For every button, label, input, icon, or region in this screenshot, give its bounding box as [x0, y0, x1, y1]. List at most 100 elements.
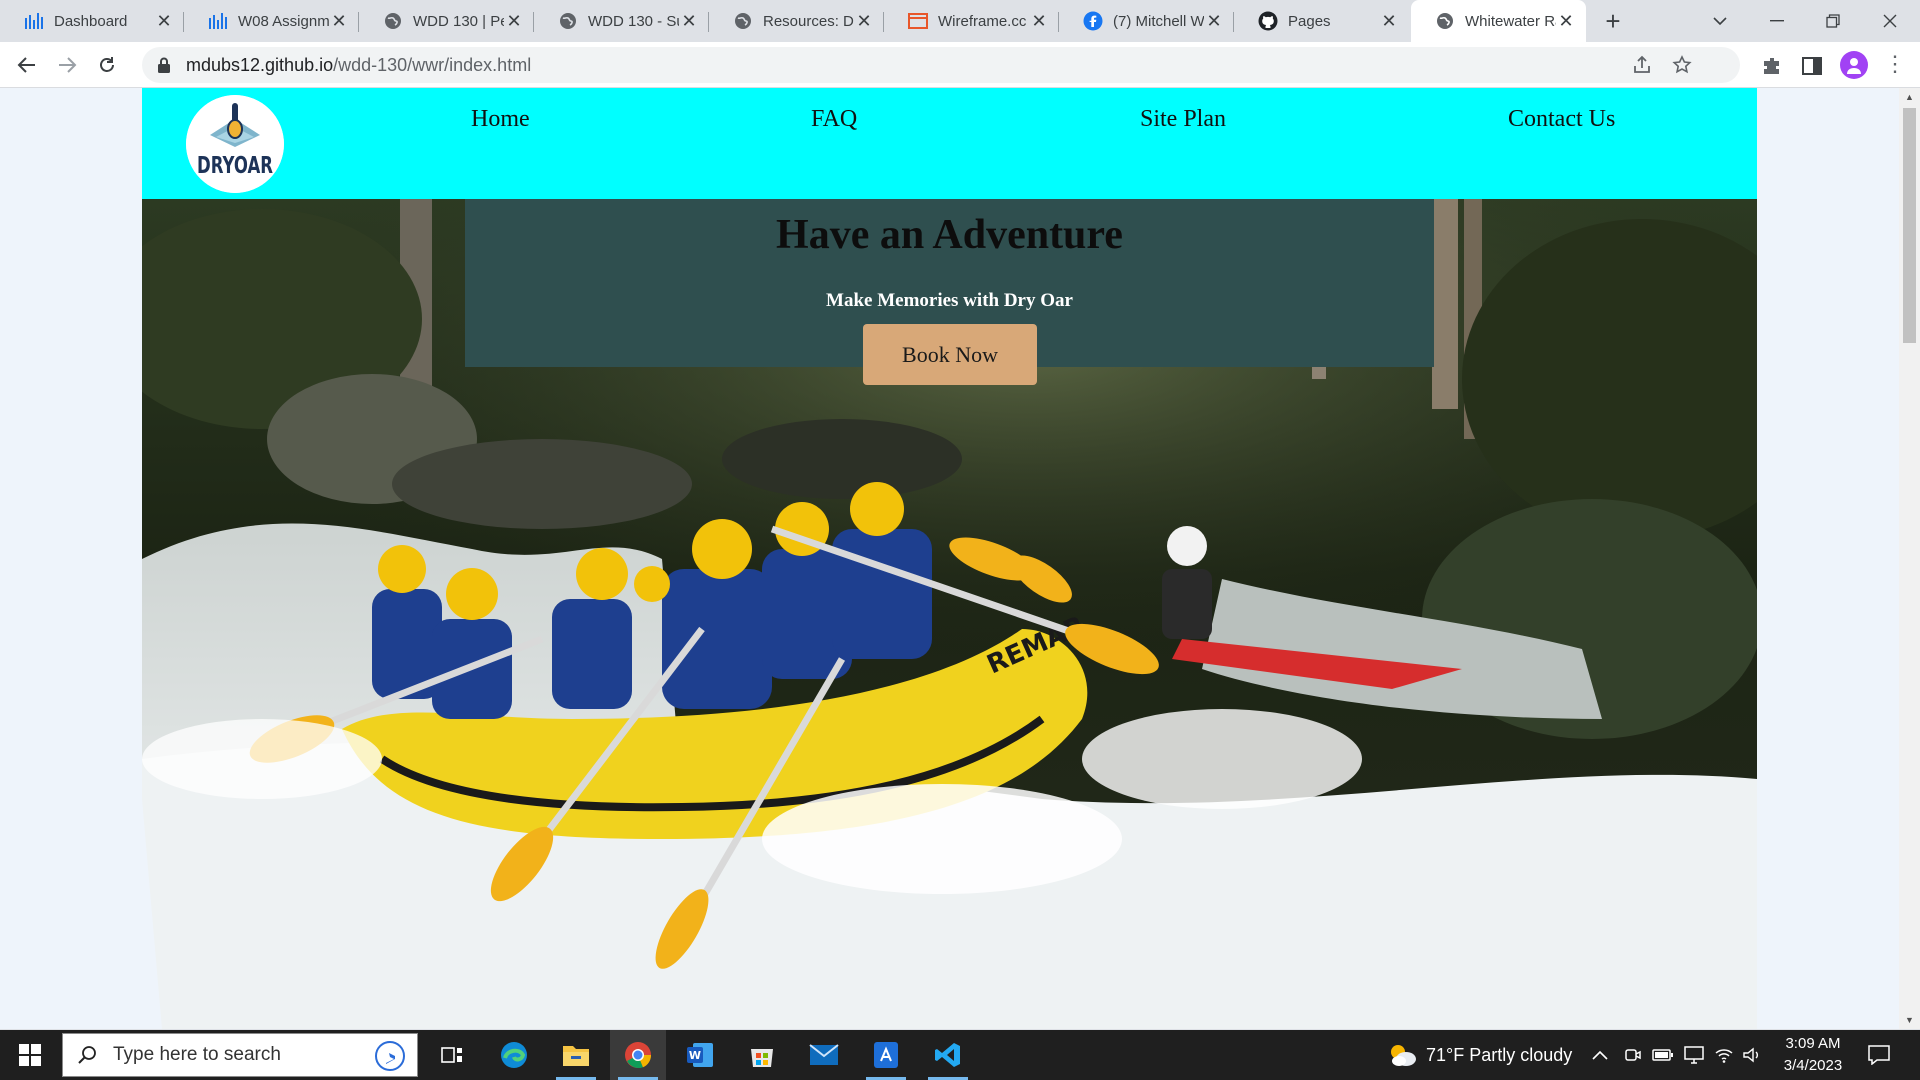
tab-title: Dashboard	[54, 12, 128, 30]
site-header: DRYOAR Home FAQ Site Plan Contact Us	[142, 88, 1757, 199]
windows-start-button[interactable]	[8, 1039, 52, 1071]
bar-chart-icon	[24, 11, 44, 31]
profile-avatar[interactable]	[1840, 51, 1868, 79]
browser-menu-icon[interactable]: ⋮	[1884, 51, 1906, 79]
scrollbar-thumb[interactable]	[1903, 108, 1916, 343]
tab-github-pages[interactable]: Pages ✕	[1234, 0, 1409, 42]
scroll-down-icon[interactable]: ▼	[1899, 1011, 1920, 1029]
back-button[interactable]	[12, 50, 42, 80]
bing-icon[interactable]	[375, 1041, 405, 1071]
taskbar-clock[interactable]: 3:09 AM 3/4/2023	[1768, 1033, 1858, 1077]
close-icon[interactable]: ✕	[504, 11, 524, 32]
tab-strip: Dashboard ✕ W08 Assignme ✕ WDD 130 | Per…	[0, 0, 1920, 42]
close-icon[interactable]: ✕	[854, 11, 874, 32]
tab-w08-assignment[interactable]: W08 Assignme ✕	[184, 0, 359, 42]
forward-button[interactable]	[52, 50, 82, 80]
meet-now-icon[interactable]	[1624, 1030, 1642, 1080]
page-scrollbar[interactable]: ▲ ▼	[1899, 88, 1920, 1029]
profile-icon	[1847, 58, 1861, 74]
tab-facebook[interactable]: (7) Mitchell W ✕	[1059, 0, 1234, 42]
chrome-icon[interactable]	[610, 1030, 666, 1080]
tab-wdd130-per[interactable]: WDD 130 | Per ✕	[359, 0, 534, 42]
url-host: mdubs12.github.io	[186, 54, 334, 75]
restore-icon[interactable]	[1805, 0, 1861, 42]
tab-title: Whitewater Ra	[1465, 12, 1556, 30]
vscode-icon[interactable]	[920, 1030, 976, 1080]
url-path: /wdd-130/wwr/index.html	[333, 54, 532, 75]
word-icon[interactable]: W	[672, 1030, 728, 1080]
display-icon[interactable]	[1684, 1030, 1704, 1080]
search-placeholder: Type here to search	[113, 1044, 281, 1065]
svg-text:W: W	[689, 1049, 701, 1062]
tab-wireframe[interactable]: Wireframe.cc - ✕	[884, 0, 1059, 42]
notifications-icon[interactable]	[1868, 1030, 1890, 1080]
close-icon[interactable]: ✕	[1556, 11, 1576, 32]
battery-icon[interactable]	[1652, 1030, 1674, 1080]
close-icon[interactable]: ✕	[329, 11, 349, 32]
chevron-up-icon	[1592, 1050, 1608, 1060]
file-explorer-icon[interactable]	[548, 1030, 604, 1080]
dry-oar-logo[interactable]: DRYOAR	[186, 95, 284, 193]
mail-icon[interactable]	[796, 1030, 852, 1080]
hero-title: Have an Adventure	[776, 212, 1123, 258]
nav-site-plan[interactable]: Site Plan	[1140, 106, 1226, 133]
tab-title: Pages	[1288, 12, 1331, 30]
reload-button[interactable]	[92, 50, 122, 80]
nav-faq[interactable]: FAQ	[811, 106, 857, 133]
clock-time: 3:09 AM	[1785, 1035, 1841, 1052]
show-hidden-icons[interactable]	[1592, 1030, 1608, 1080]
reload-icon	[100, 57, 114, 72]
hero-subtitle: Make Memories with Dry Oar	[826, 290, 1073, 311]
minimize-icon[interactable]	[1749, 0, 1805, 42]
tab-resources-dry[interactable]: Resources: Dry ✕	[709, 0, 884, 42]
share-icon[interactable]	[1630, 53, 1654, 77]
tab-dashboard[interactable]: Dashboard ✕	[0, 0, 184, 42]
close-icon[interactable]: ✕	[1029, 11, 1049, 32]
globe-icon	[733, 11, 753, 31]
weather-text: 71°F Partly cloudy	[1426, 1044, 1573, 1065]
globe-icon	[1435, 11, 1455, 31]
bookmark-star-icon[interactable]	[1670, 53, 1694, 77]
partly-cloudy-icon	[1391, 1045, 1416, 1066]
address-bar[interactable]: mdubs12.github.io/wdd-130/wwr/index.html	[142, 47, 1740, 83]
book-now-button[interactable]: Book Now	[863, 324, 1037, 385]
close-icon[interactable]: ✕	[154, 11, 174, 32]
globe-icon	[383, 11, 403, 31]
close-icon[interactable]: ✕	[1204, 11, 1224, 32]
new-tab-button[interactable]: +	[1598, 6, 1628, 36]
azure-data-studio-icon[interactable]	[858, 1030, 914, 1080]
taskbar-search[interactable]: Type here to search	[62, 1033, 418, 1077]
globe-icon	[558, 11, 578, 31]
facebook-icon	[1083, 11, 1103, 31]
lock-icon[interactable]	[152, 53, 176, 77]
store-icon[interactable]	[734, 1030, 790, 1080]
nav-home[interactable]: Home	[471, 106, 530, 133]
side-panel-icon[interactable]	[1800, 54, 1824, 78]
weather-widget[interactable]: 71°F Partly cloudy	[1386, 1030, 1572, 1080]
search-icon	[75, 1043, 99, 1067]
tab-title: Resources: Dry	[763, 12, 854, 30]
url-text: mdubs12.github.io/wdd-130/wwr/index.html	[186, 55, 531, 76]
close-window-icon[interactable]	[1862, 0, 1918, 42]
wireframe-icon	[908, 11, 928, 31]
task-view-icon[interactable]	[424, 1030, 480, 1080]
tab-title: WDD 130 | Per	[413, 12, 504, 30]
tab-title: (7) Mitchell W	[1113, 12, 1204, 30]
extensions-icon[interactable]	[1760, 54, 1784, 78]
arrow-left-icon	[17, 57, 35, 73]
clock-date: 3/4/2023	[1783, 1057, 1843, 1074]
bar-chart-icon	[208, 11, 228, 31]
tab-search-icon[interactable]	[1692, 0, 1748, 42]
tab-wdd130-su[interactable]: WDD 130 - Su ✕	[534, 0, 709, 42]
scroll-up-icon[interactable]: ▲	[1899, 88, 1920, 106]
tab-title: WDD 130 - Su	[588, 12, 679, 30]
hero-section: REMAR Have an Adventure Make Memories wi…	[142, 199, 1757, 1029]
wifi-icon[interactable]	[1714, 1030, 1734, 1080]
edge-icon[interactable]	[486, 1030, 542, 1080]
close-icon[interactable]: ✕	[1379, 11, 1399, 32]
page-viewport: DRYOAR Home FAQ Site Plan Contact Us REM…	[0, 88, 1899, 1029]
close-icon[interactable]: ✕	[679, 11, 699, 32]
nav-contact-us[interactable]: Contact Us	[1508, 106, 1615, 133]
volume-icon[interactable]	[1742, 1030, 1762, 1080]
tab-whitewater[interactable]: Whitewater Ra ✕	[1411, 0, 1586, 42]
